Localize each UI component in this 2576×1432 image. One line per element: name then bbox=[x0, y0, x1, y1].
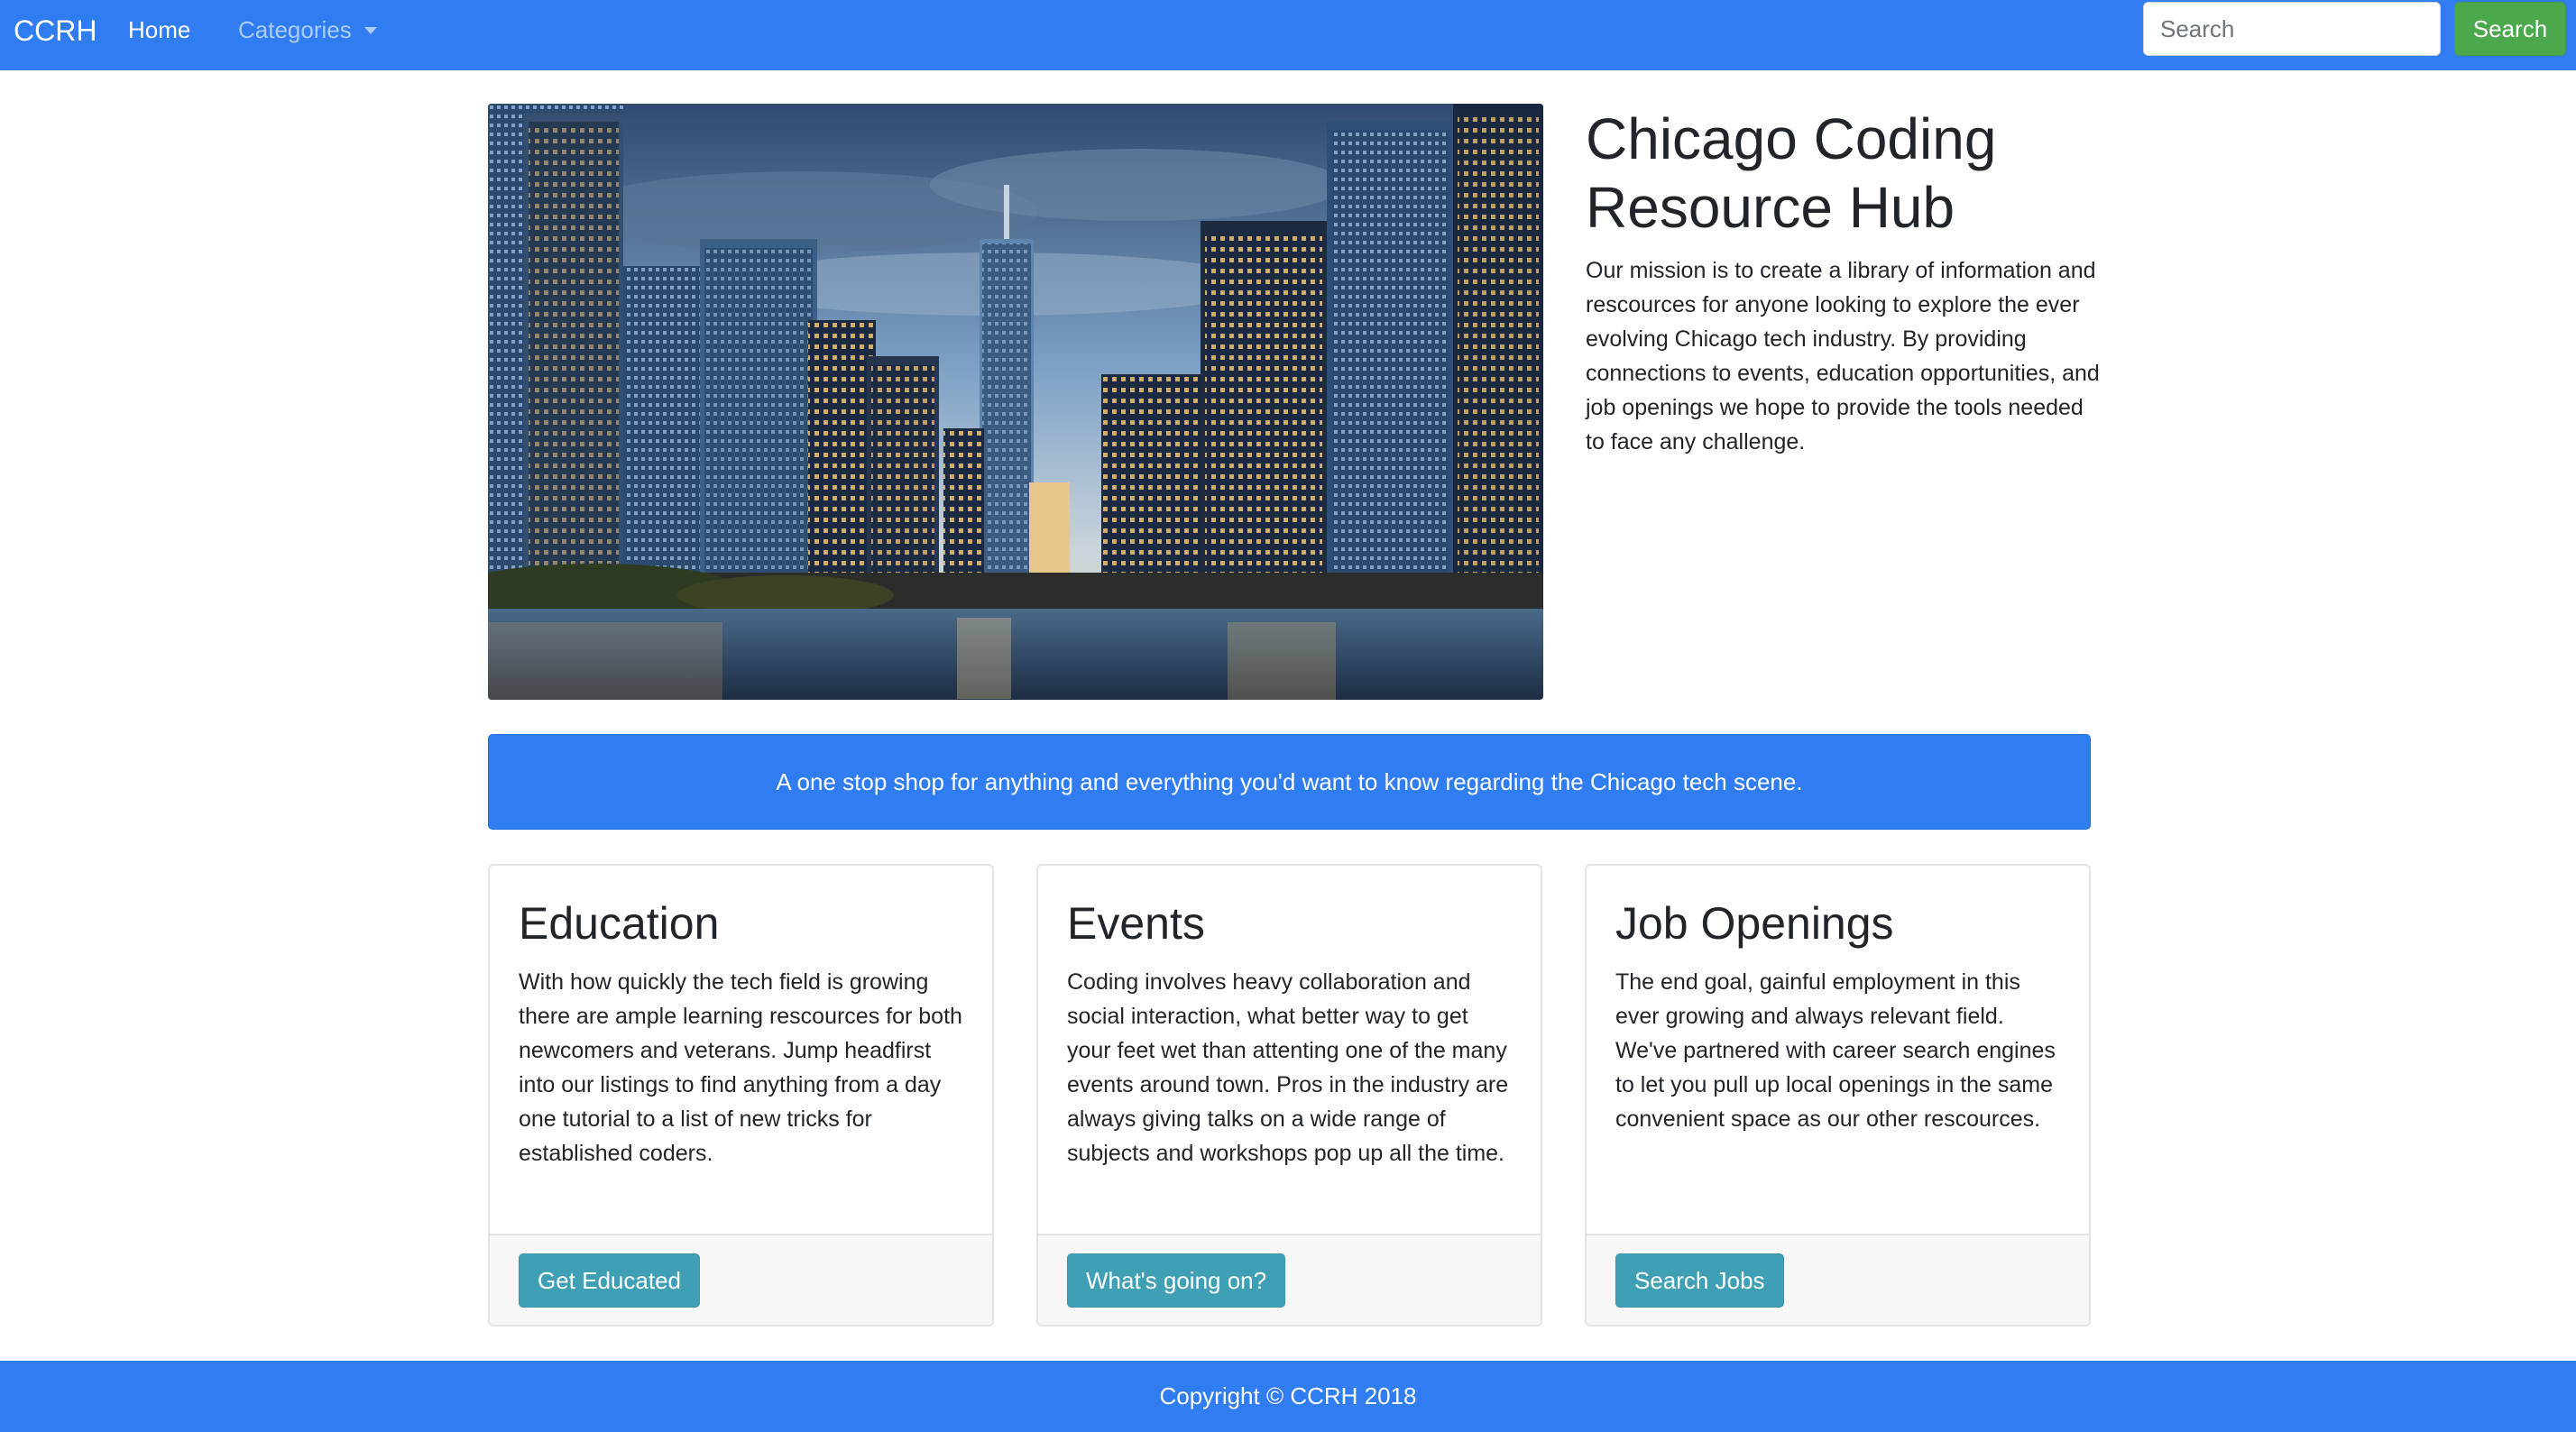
copyright-text: Copyright © CCRH 2018 bbox=[1159, 1382, 1417, 1409]
card-text: Coding involves heavy collaboration and … bbox=[1067, 969, 1509, 1166]
card-title: Events bbox=[1067, 898, 1205, 949]
search-jobs-button[interactable]: Search Jobs bbox=[1615, 1253, 1784, 1308]
card-education: Education With how quickly the tech fiel… bbox=[488, 864, 994, 1326]
card-title: Education bbox=[519, 898, 720, 949]
page-footer: Copyright © CCRH 2018 bbox=[0, 1361, 2576, 1432]
nav-home-link[interactable]: Home bbox=[128, 14, 190, 45]
card-title: Job Openings bbox=[1615, 898, 1894, 949]
caret-down-icon bbox=[363, 27, 377, 34]
tagline-text: A one stop shop for anything and everyth… bbox=[776, 767, 1803, 795]
card-job-openings: Job Openings The end goal, gainful emplo… bbox=[1585, 864, 2091, 1326]
card-events: Events Coding involves heavy collaborati… bbox=[1036, 864, 1542, 1326]
card-footer: Get Educated bbox=[490, 1234, 992, 1325]
navbar: CCRH Home Categories Search bbox=[0, 0, 2576, 70]
card-text: With how quickly the tech field is growi… bbox=[519, 969, 962, 1166]
page-title: Chicago Coding Resource Hub bbox=[1586, 106, 1997, 240]
nav-categories-label: Categories bbox=[238, 16, 352, 43]
search-input[interactable] bbox=[2143, 2, 2441, 56]
get-educated-button[interactable]: Get Educated bbox=[519, 1253, 700, 1308]
card-footer: Search Jobs bbox=[1587, 1234, 2089, 1325]
chicago-skyline-image bbox=[488, 104, 1543, 700]
card-text: The end goal, gainful employment in this… bbox=[1615, 969, 2056, 1132]
search-button[interactable]: Search bbox=[2454, 2, 2566, 56]
card-footer: What's going on? bbox=[1038, 1234, 1541, 1325]
whats-going-on-button[interactable]: What's going on? bbox=[1067, 1253, 1286, 1308]
mission-statement: Our mission is to create a library of in… bbox=[1586, 258, 2100, 454]
brand-logo[interactable]: CCRH bbox=[14, 13, 97, 49]
tagline-banner: A one stop shop for anything and everyth… bbox=[488, 734, 2091, 830]
nav-categories-dropdown[interactable]: Categories bbox=[238, 14, 377, 45]
